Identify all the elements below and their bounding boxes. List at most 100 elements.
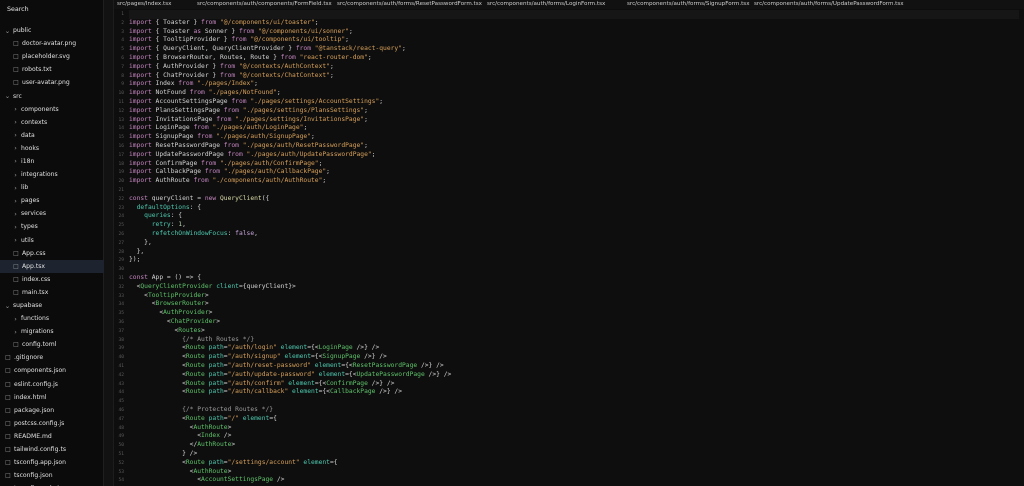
editor-tab[interactable]: src/components/auth/forms/ResetPasswordF… — [337, 0, 482, 9]
code-token: ; — [348, 27, 353, 35]
tree-folder[interactable]: › migrations — [0, 325, 104, 338]
tree-file[interactable]: □ components.json — [0, 364, 104, 377]
code-editor[interactable]: 1 2 3 4 5 6 7 8 9 10 11 12 13 14 15 16 17 18 19 20 21 22 23 24 2… — [114, 10, 1024, 486]
tree-item-label: placeholder.svg — [22, 53, 70, 61]
code-token: InvitationsPage — [155, 115, 217, 123]
chevron-right-icon: › — [14, 157, 17, 166]
tree-folder[interactable]: ⌄ src — [0, 89, 104, 102]
tree-folder[interactable]: › types — [0, 220, 104, 233]
code-token: from — [189, 89, 209, 97]
code-token: ; — [276, 89, 281, 97]
tree-folder[interactable]: › functions — [0, 312, 104, 325]
code-line: import Index from "./pages/Index"; — [129, 80, 258, 89]
code-line: import AccountSettingsPage from "./pages… — [129, 98, 383, 107]
code-token: element — [314, 362, 342, 369]
tree-folder[interactable]: ⌄ supabase — [0, 299, 104, 312]
tree-file[interactable]: □ .gitignore — [0, 351, 104, 364]
tree-file[interactable]: □ tsconfig.app.json — [0, 456, 104, 469]
code-token: > — [204, 291, 209, 299]
code-token: > — [227, 467, 232, 475]
tree-file[interactable]: □ tailwind.config.ts — [0, 443, 104, 456]
code-token: Route — [185, 414, 209, 422]
file-icon: □ — [5, 419, 11, 427]
tree-file[interactable]: □ index.css — [0, 273, 104, 286]
tree-folder[interactable]: › utils — [0, 234, 104, 247]
tree-folder[interactable]: › hooks — [0, 142, 104, 155]
code-token: new — [204, 194, 220, 202]
code-token: import — [129, 115, 156, 123]
tree-file[interactable]: □ user-avatar.png — [0, 76, 104, 89]
code-token: < — [129, 414, 186, 422]
editor-tab[interactable]: src/components/auth/forms/SignupForm.tsx — [627, 0, 750, 9]
code-line: import UpdatePasswordPage from "./pages/… — [129, 151, 375, 160]
tree-item-label: components — [21, 105, 59, 113]
editor-tab[interactable]: src/components/auth/forms/UpdatePassword… — [754, 0, 904, 9]
code-token: { Toaster — [155, 27, 194, 35]
line-number: 42 — [118, 372, 124, 378]
code-token: const — [129, 194, 152, 202]
code-token: ; — [364, 115, 368, 123]
tree-folder[interactable]: › components — [0, 103, 104, 116]
code-line: </AuthRoute> — [129, 441, 236, 450]
tree-folder[interactable]: › lib — [0, 181, 104, 194]
tree-item-label: utils — [21, 236, 34, 244]
code-line: const App = () => { — [129, 274, 201, 283]
chevron-right-icon: › — [14, 327, 17, 336]
tree-file[interactable]: □ main.tsx — [0, 286, 104, 299]
code-token: }); — [129, 256, 141, 264]
tree-item-label: eslint.config.js — [14, 380, 58, 388]
file-icon: □ — [5, 432, 11, 440]
code-token: { Toaster } — [155, 18, 202, 26]
code-token: < — [129, 344, 186, 352]
tree-file[interactable]: □ App.tsx — [0, 259, 104, 273]
tree-file[interactable]: □ placeholder.svg — [0, 50, 104, 63]
tree-file[interactable]: □ doctor-avatar.png — [0, 37, 104, 50]
code-token: import — [129, 27, 156, 35]
tree-folder[interactable]: ⌄ public — [0, 24, 104, 37]
line-number: 11 — [118, 100, 124, 105]
tree-folder[interactable]: › data — [0, 129, 104, 142]
chevron-right-icon: › — [14, 131, 17, 140]
code-token: ; — [322, 177, 327, 185]
tree-file[interactable]: □ README.md — [0, 430, 104, 443]
editor-tab[interactable]: src/components/auth/components/FormField… — [197, 0, 332, 9]
editor-tab[interactable]: src/components/auth/forms/LoginForm.tsx — [487, 0, 605, 9]
code-token: CallbackPage — [155, 168, 205, 176]
line-number: 25 — [118, 223, 124, 229]
search-input[interactable]: Search — [6, 3, 98, 16]
code-token: AuthProvider — [163, 309, 209, 317]
code-token: "/auth/confirm" — [227, 379, 289, 387]
code-line: <Routes> — [129, 327, 204, 336]
code-token: < — [129, 370, 186, 378]
line-number: 10 — [118, 91, 124, 97]
tree-file[interactable]: □ App.css — [0, 247, 104, 260]
tree-folder[interactable]: › i18n — [0, 155, 104, 168]
tree-item-label: contexts — [21, 118, 48, 126]
sidebar-scrollbar[interactable] — [104, 0, 114, 486]
editor-tab[interactable]: src/pages/Index.tsx — [117, 0, 171, 9]
tree-folder[interactable]: › pages — [0, 194, 104, 207]
tree-folder[interactable]: › integrations — [0, 168, 104, 181]
tree-file[interactable]: □ config.toml — [0, 338, 104, 351]
code-line: import { ChatProvider } from "@/contexts… — [129, 72, 334, 81]
code-line: }, — [129, 248, 145, 257]
code-token: } /> — [129, 450, 198, 457]
code-line: <BrowserRouter> — [129, 300, 209, 309]
code-token: AuthRoute — [155, 177, 194, 185]
code-token: ; — [303, 124, 308, 132]
code-token: />} /> — [375, 388, 403, 396]
tree-item-label: tsconfig.json — [14, 472, 53, 480]
code-token: "@/contexts/AuthContext" — [238, 62, 330, 70]
tree-file[interactable]: □ index.html — [0, 391, 104, 404]
tree-file[interactable]: □ postcss.config.js — [0, 417, 104, 430]
code-token: QueryClientProvider — [140, 282, 217, 290]
code-token: Route — [185, 353, 209, 361]
code-token: />} /> — [417, 362, 444, 369]
tree-file[interactable]: □ tsconfig.json — [0, 469, 104, 482]
tree-folder[interactable]: › contexts — [0, 116, 104, 129]
tree-file[interactable]: □ package.json — [0, 404, 104, 417]
tree-file[interactable]: □ robots.txt — [0, 63, 104, 76]
tree-folder[interactable]: › services — [0, 207, 104, 220]
tree-file[interactable]: □tsconfig.node.json — [0, 482, 104, 486]
tree-file[interactable]: □ eslint.config.js — [0, 378, 104, 391]
